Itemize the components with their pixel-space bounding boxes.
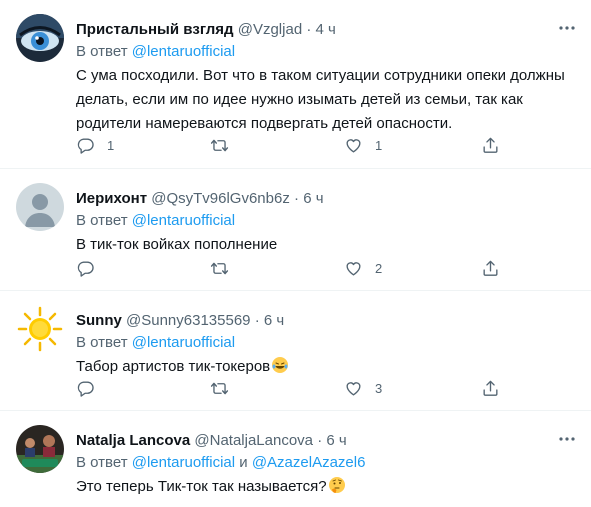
tweet-text-content: Это теперь Тик-ток так называется? — [76, 478, 327, 495]
share-button[interactable] — [481, 136, 500, 155]
separator-dot: · — [317, 432, 323, 449]
reply-mention-link[interactable]: @lentaruofficial — [132, 334, 235, 351]
retweet-icon — [210, 139, 229, 152]
share-button[interactable] — [481, 259, 500, 278]
reply-count: 1 — [107, 138, 115, 153]
reply-icon — [77, 138, 94, 154]
heart-icon — [346, 382, 361, 396]
laughing-tears-emoji — [272, 357, 289, 373]
reply-mention-link[interactable]: @lentaruofficial — [132, 212, 235, 229]
reply-button[interactable]: 1 — [76, 136, 114, 155]
separator-dot: · — [306, 21, 312, 38]
photo-avatar-image — [16, 425, 64, 473]
tweet-header: Иерихонт @QsyTv96lGv6nb6z · 6 ч — [76, 189, 551, 209]
more-options-button[interactable] — [553, 425, 581, 453]
reply-prefix: В ответ — [76, 43, 128, 60]
tweet-actions: 3 — [76, 379, 575, 399]
reply-context: В ответ @lentaruofficial — [76, 42, 235, 62]
thinking-face-emoji — [328, 477, 345, 493]
user-handle[interactable]: @Vzgljad — [238, 21, 302, 38]
like-button[interactable]: 2 — [344, 259, 382, 278]
tweet-actions: 1 1 — [76, 136, 575, 156]
tweet-time[interactable]: 6 ч — [303, 190, 323, 207]
user-handle[interactable]: @Sunny63135569 — [126, 312, 251, 329]
tweet[interactable]: Пристальный взгляд @Vzgljad · 4 ч В отве… — [0, 0, 591, 169]
like-count: 2 — [375, 261, 383, 276]
avatar[interactable] — [16, 183, 64, 231]
separator-dot: · — [254, 312, 260, 329]
reply-conjunction: и — [239, 454, 248, 471]
reply-context: В ответ @lentaruofficial — [76, 333, 235, 353]
retweet-icon — [210, 382, 229, 395]
avatar[interactable] — [16, 425, 64, 473]
user-handle[interactable]: @QsyTv96lGv6nb6z — [151, 190, 290, 207]
reply-mention-link[interactable]: @lentaruofficial — [132, 43, 235, 60]
retweet-icon — [210, 262, 229, 275]
heart-icon — [346, 139, 361, 153]
user-name[interactable]: Natalja Lancova — [76, 432, 190, 449]
reply-context: В ответ @lentaruofficial — [76, 211, 235, 231]
reply-icon — [77, 381, 94, 397]
more-dots-icon — [559, 437, 575, 441]
more-options-button[interactable] — [553, 14, 581, 42]
tweet-header: Sunny @Sunny63135569 · 6 ч — [76, 311, 551, 331]
retweet-button[interactable] — [210, 136, 241, 155]
user-name[interactable]: Иерихонт — [76, 190, 147, 207]
separator-dot: · — [294, 190, 300, 207]
heart-icon — [346, 262, 361, 276]
share-button[interactable] — [481, 379, 500, 398]
avatar[interactable] — [16, 305, 64, 353]
share-icon — [483, 137, 498, 153]
tweet-text: Это теперь Тик-ток так называется? — [76, 475, 575, 499]
tweet-header: Пристальный взгляд @Vzgljad · 4 ч — [76, 20, 551, 40]
reply-context: В ответ @lentaruofficial и @AzazelAzazel… — [76, 453, 365, 473]
retweet-button[interactable] — [210, 259, 241, 278]
tweet[interactable]: Sunny @Sunny63135569 · 6 ч В ответ @lent… — [0, 291, 591, 411]
user-name[interactable]: Sunny — [76, 312, 122, 329]
retweet-button[interactable] — [210, 379, 241, 398]
sun-avatar-image — [16, 305, 64, 353]
tweet-time[interactable]: 4 ч — [316, 21, 336, 38]
tweet-actions: 2 — [76, 259, 575, 279]
reply-button[interactable] — [76, 379, 107, 398]
reply-mention-link[interactable]: @lentaruofficial — [132, 454, 235, 471]
reply-prefix: В ответ — [76, 454, 128, 471]
more-dots-icon — [559, 26, 575, 30]
avatar-eye-image — [16, 14, 64, 62]
reply-prefix: В ответ — [76, 212, 128, 229]
like-button[interactable]: 1 — [344, 136, 382, 155]
tweet[interactable]: Natalja Lancova @NataljaLancova · 6 ч В … — [0, 411, 591, 507]
like-count: 1 — [375, 138, 383, 153]
tweet-text: В тик-ток войках пополнение — [76, 236, 278, 253]
user-name[interactable]: Пристальный взгляд — [76, 21, 234, 38]
tweet-time[interactable]: 6 ч — [326, 432, 346, 449]
reply-prefix: В ответ — [76, 334, 128, 351]
tweet-time[interactable]: 6 ч — [264, 312, 284, 329]
user-handle[interactable]: @NataljaLancova — [194, 432, 313, 449]
reply-icon — [77, 261, 94, 277]
tweet[interactable]: Иерихонт @QsyTv96lGv6nb6z · 6 ч В ответ … — [0, 169, 591, 291]
default-avatar-icon — [16, 183, 64, 231]
reply-mention-link-2[interactable]: @AzazelAzazel6 — [252, 454, 366, 471]
tweet-feed: Пристальный взгляд @Vzgljad · 4 ч В отве… — [0, 0, 591, 507]
tweet-text-content: Табор артистов тик-токеров — [76, 358, 271, 375]
tweet-text: Табор артистов тик-токеров — [76, 355, 575, 379]
reply-button[interactable] — [76, 259, 107, 278]
like-button[interactable]: 3 — [344, 379, 382, 398]
like-count: 3 — [375, 381, 383, 396]
tweet-header: Natalja Lancova @NataljaLancova · 6 ч — [76, 431, 551, 451]
share-icon — [483, 260, 498, 276]
share-icon — [483, 380, 498, 396]
tweet-text: С ума посходили. Вот что в таком ситуаци… — [76, 67, 565, 132]
avatar[interactable] — [16, 14, 64, 62]
